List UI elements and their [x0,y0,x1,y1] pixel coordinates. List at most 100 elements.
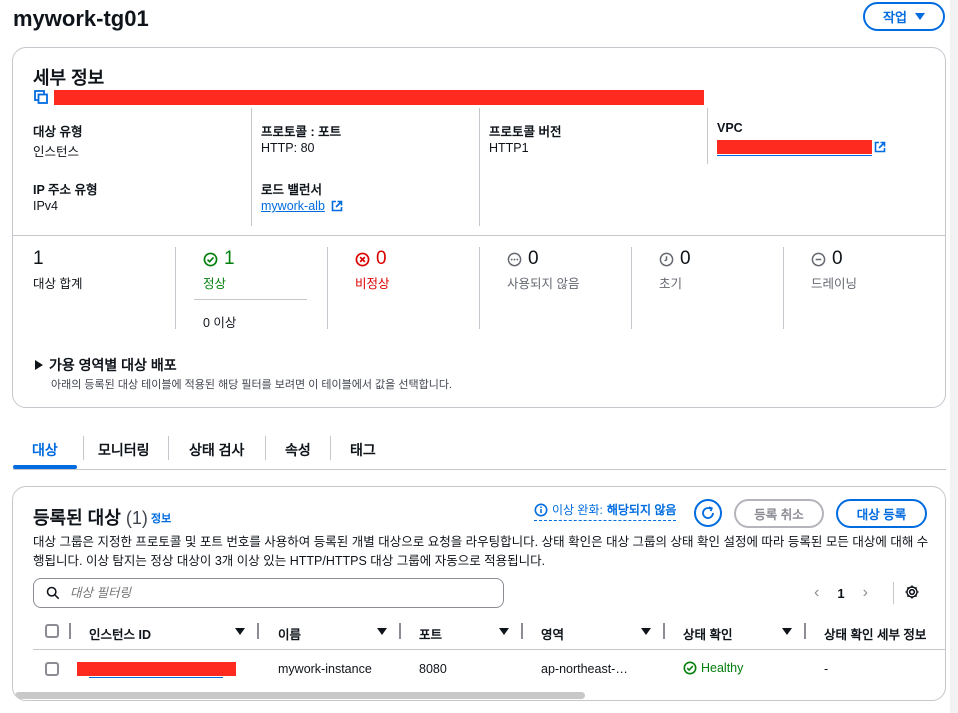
load-balancer-link[interactable]: mywork-alb [261,199,325,213]
tab-health-checks[interactable]: 상태 검사 [189,440,244,460]
register-targets-button[interactable]: 대상 등록 [836,499,927,528]
deregister-button[interactable]: 등록 취소 [734,499,824,528]
target-filter-input[interactable] [70,586,470,600]
sort-caret-icon[interactable] [782,628,792,635]
column-separator [257,623,259,639]
caret-down-icon [914,13,925,20]
tab-separator [168,436,169,460]
tab-separator [83,436,84,460]
unused-stat: 0 [507,248,539,270]
chevron-left-icon[interactable]: ‹ [814,584,819,602]
anomaly-mitigation-label: 이상 완화: [552,503,603,517]
initial-count: 0 [680,248,691,269]
refresh-button[interactable] [694,499,722,527]
unhealthy-count: 0 [376,248,387,269]
healthy-sub-value: 0 이상 [203,316,237,330]
tab-monitoring[interactable]: 모니터링 [98,440,150,460]
redacted-instance-id[interactable] [77,662,236,676]
horizontal-scrollbar[interactable] [15,692,585,699]
target-filter[interactable] [33,578,504,608]
current-page[interactable]: 1 [837,586,844,601]
row-checkbox[interactable] [45,662,59,676]
column-separator [663,623,665,639]
vpc-label: VPC [717,121,743,135]
row-port: 8080 [419,662,447,676]
stat-divider [783,247,784,329]
copy-icon[interactable] [34,90,48,104]
row-health-text: Healthy [701,661,744,675]
actions-button[interactable]: 작업 [863,2,945,31]
anomaly-mitigation-value: 해당되지 않음 [606,503,677,517]
ellipsis-circle-icon [507,252,522,266]
refresh-icon [702,506,714,519]
pagination: ‹ 1 › [814,584,868,602]
unused-label: 사용되지 않음 [507,277,580,291]
sort-caret-icon[interactable] [377,628,387,635]
row-health-detail: - [824,662,829,676]
az-distribution-toggle[interactable]: 가용 영역별 대상 배포 [35,355,177,375]
column-header-zone[interactable]: 영역 [541,624,564,643]
vertical-scrollbar-track[interactable] [950,0,958,713]
chevron-right-icon[interactable]: › [863,584,868,602]
stat-divider [631,247,632,329]
redacted-vpc-link[interactable] [717,140,872,154]
info-link[interactable]: 정보 [151,510,171,526]
details-title: 세부 정보 [33,68,105,88]
check-circle-icon [683,661,697,675]
registered-targets-description: 대상 그룹은 지정한 프로토콜 및 포트 번호를 사용하여 등록된 개별 대상으… [33,535,929,568]
clock-icon [659,252,674,266]
x-circle-icon [355,252,370,266]
tab-targets[interactable]: 대상 [32,440,58,460]
unhealthy-label: 비정상 [355,277,390,291]
tab-separator [330,436,331,460]
sort-caret-icon[interactable] [499,628,509,635]
az-distribution-title: 가용 영역별 대상 배포 [49,357,177,373]
total-count: 1 [33,248,44,269]
row-name: mywork-instance [278,662,372,676]
target-type-label: 대상 유형 [33,125,83,139]
draining-count: 0 [832,248,843,269]
column-separator [69,623,71,639]
column-header-port[interactable]: 포트 [419,624,442,643]
instance-link-underline [89,677,223,678]
tab-tags[interactable]: 태그 [350,440,376,460]
total-label: 대상 합계 [33,277,83,291]
column-header-health[interactable]: 상태 확인 [683,624,732,643]
healthy-sub-divider [194,299,307,300]
external-link-icon[interactable] [331,200,343,212]
registered-targets-panel: 등록된 대상 (1) 정보 이상 완화: 해당되지 않음 등록 취소 대상 등록… [12,486,946,701]
active-tab-indicator [13,465,77,469]
anomaly-mitigation-popover[interactable]: 이상 완화: 해당되지 않음 [534,501,677,521]
column-separator [399,623,401,639]
load-balancer-link-wrap: mywork-alb [261,199,343,213]
section-divider [13,235,945,236]
tab-attributes[interactable]: 속성 [285,440,311,460]
registered-targets-count: (1) [125,508,148,528]
gear-icon[interactable] [904,584,920,600]
column-separator [804,623,806,639]
column-header-health-detail[interactable]: 상태 확인 세부 정보 [824,624,926,643]
healthy-label: 정상 [203,277,227,291]
tab-separator [265,436,266,460]
row-health-status: Healthy [683,661,743,675]
draining-label: 드레이닝 [811,277,858,291]
search-icon [46,586,60,600]
column-header-instance-id[interactable]: 인스턴스 ID [89,624,151,643]
minus-circle-icon [811,252,826,266]
load-balancer-label: 로드 밸런서 [261,183,322,197]
column-divider [479,108,480,226]
ip-type-label: IP 주소 유형 [33,183,98,197]
ip-type-value: IPv4 [33,199,59,213]
target-type-value: 인스턴스 [33,145,80,159]
registered-targets-title: 등록된 대상 (1) [33,504,148,530]
draining-stat: 0 [811,248,843,270]
healthy-stat: 1 [203,248,235,270]
healthy-count: 1 [224,248,235,269]
select-all-checkbox[interactable] [45,624,59,638]
pager-separator [893,582,894,604]
sort-caret-icon[interactable] [641,628,651,635]
column-header-name[interactable]: 이름 [278,624,301,643]
sort-caret-icon[interactable] [235,628,245,635]
protocol-version-value: HTTP1 [489,141,529,155]
external-link-icon[interactable] [874,141,886,153]
